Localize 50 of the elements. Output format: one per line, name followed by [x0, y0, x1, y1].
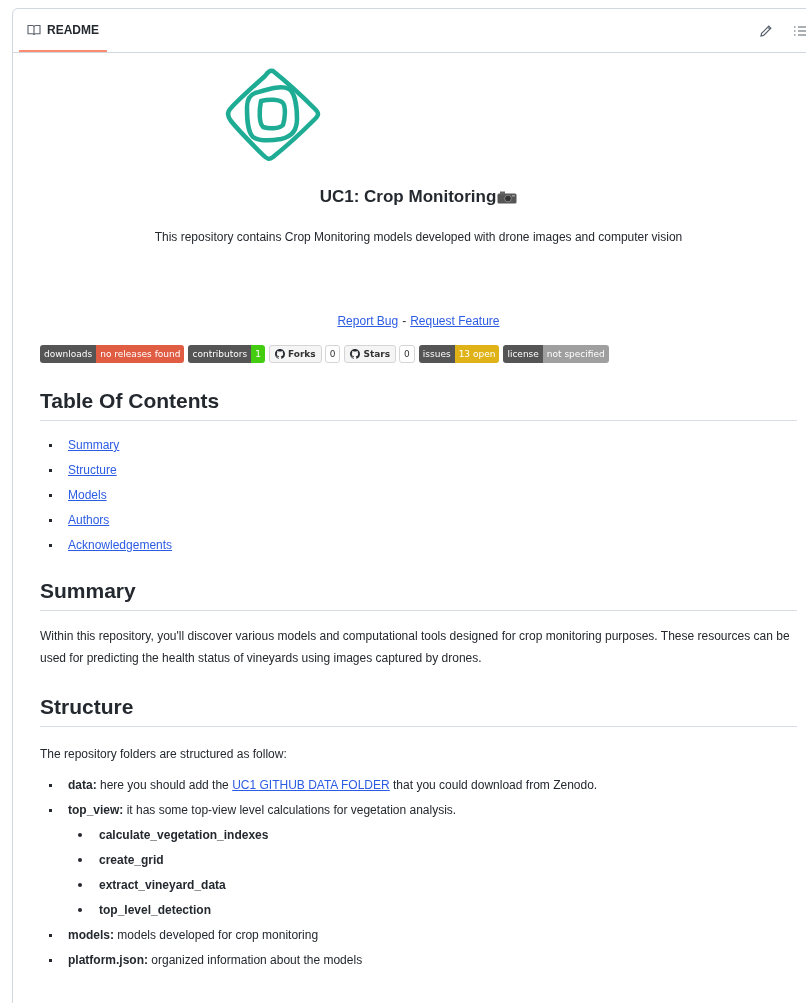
count-badge: 0 [399, 345, 415, 363]
bullet [78, 833, 82, 837]
list-item-text: top_view: it has some top-view level calculations for vegetation analysis. [68, 802, 457, 818]
bullet [78, 908, 82, 912]
count-badge: 0 [324, 345, 341, 363]
folder-name: top_level_detection [99, 902, 212, 918]
folder-name: create_grid [99, 852, 164, 868]
folder-name: extract_vineyard_data [99, 877, 226, 893]
bullet [49, 443, 52, 447]
bullet [49, 543, 52, 547]
paragraph: Within this repository, you'll discover various models and computational tools designed for crop monitoring purposes. These resources can be used for predicting the health status of vineyards using images captured by drones. [40, 628, 791, 667]
social-badge[interactable]: Stars [344, 345, 397, 363]
description-text: This repository contains Crop Monitoring models developed with drone images and computer vision [153, 230, 684, 244]
section-heading: Summary [40, 579, 797, 611]
separator-text: - [402, 314, 407, 328]
list-item-text: models: models developed for crop monitoring [68, 927, 319, 943]
intro-text: The repository folders are structured as follow: [40, 746, 288, 763]
link[interactable]: UC1 GITHUB DATA FOLDER [232, 778, 390, 792]
toc-link[interactable]: Authors [68, 512, 110, 528]
bullet [49, 493, 52, 497]
bullet [49, 783, 52, 787]
toc-link[interactable]: Summary [68, 437, 120, 453]
social-label: Forks [287, 349, 316, 359]
section-heading: Structure [40, 695, 797, 727]
link[interactable]: Report Bug [337, 314, 399, 328]
list-item-text: platform.json: organized information about the models [68, 952, 363, 968]
section-heading: Table Of Contents [40, 389, 797, 421]
readme-tab[interactable]: README [19, 9, 107, 52]
toc-link[interactable]: Structure [68, 462, 117, 478]
pencil-icon[interactable] [759, 23, 773, 38]
bullet [49, 933, 52, 937]
bullet [78, 858, 82, 862]
bullet [49, 468, 52, 472]
logo-icon [225, 67, 321, 161]
octocat-icon [350, 349, 361, 359]
bullet [49, 808, 52, 812]
toc-link[interactable]: Acknowledgements [68, 537, 173, 553]
link[interactable]: Request Feature [410, 314, 500, 328]
bullet [49, 518, 52, 522]
list-item-text: data: here you should add the UC1 GITHUB DATA FOLDER that you could download from Zenodo. [68, 777, 598, 793]
bullet [78, 883, 82, 887]
camera-icon [497, 190, 518, 204]
octocat-icon [274, 349, 285, 359]
book-icon [27, 23, 41, 36]
toc-link[interactable]: Models [68, 487, 107, 503]
page-title: UC1: Crop Monitoring [319, 187, 497, 207]
social-label: Stars [363, 349, 391, 359]
social-badge[interactable]: Forks [268, 345, 322, 363]
folder-name: calculate_vegetation_indexes [99, 827, 269, 843]
bullet [49, 958, 52, 962]
